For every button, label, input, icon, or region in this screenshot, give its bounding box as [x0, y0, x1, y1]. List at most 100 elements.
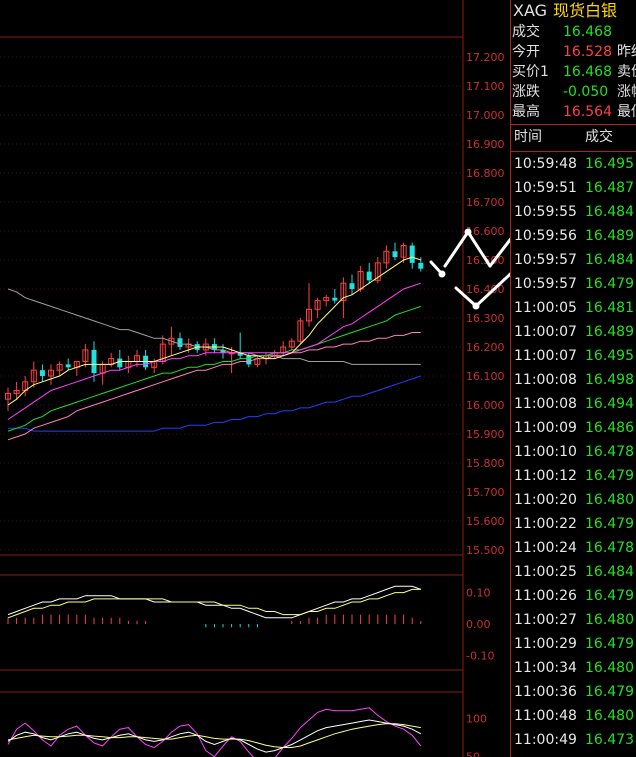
price-axis-label: 15.900	[466, 428, 505, 441]
tick-price: 16.489	[585, 228, 634, 244]
quote-row: 买价1 16.468 卖价	[511, 62, 636, 82]
tick-time: 11:00:36	[514, 684, 577, 700]
macd-axis-label: 0.00	[466, 618, 491, 631]
tick-row[interactable]: 11:00:29 16.479	[511, 632, 636, 656]
candle-body-down	[39, 370, 45, 376]
tick-row[interactable]: 11:00:50 16.468	[511, 752, 636, 757]
price-axis-label: 16.000	[466, 399, 505, 412]
tick-list[interactable]: 10:59:48 16.495 10:59:51 16.487 10:59:55 16.4…	[511, 152, 636, 757]
tick-row[interactable]: 10:59:56 16.489	[511, 224, 636, 248]
tick-time: 11:00:10	[514, 444, 577, 460]
quote-value: 16.528	[563, 44, 612, 60]
tick-row[interactable]: 10:59:57 16.484	[511, 248, 636, 272]
tick-row[interactable]: 11:00:12 16.479	[511, 464, 636, 488]
ticks-header-time: 时间	[514, 129, 542, 145]
candle-body-down	[91, 349, 97, 374]
price-axis-label: 15.700	[466, 486, 505, 499]
candle-body-down	[332, 297, 338, 301]
quote-value: 16.468	[563, 24, 612, 40]
tick-row[interactable]: 11:00:08 16.494	[511, 392, 636, 416]
tick-row[interactable]: 11:00:10 16.478	[511, 440, 636, 464]
tick-row[interactable]: 11:00:48 16.480	[511, 704, 636, 728]
tick-row[interactable]: 11:00:07 16.495	[511, 344, 636, 368]
tick-row[interactable]: 11:00:36 16.479	[511, 680, 636, 704]
tick-row[interactable]: 10:59:57 16.479	[511, 272, 636, 296]
tick-row[interactable]: 11:00:26 16.479	[511, 584, 636, 608]
candle-body-down	[418, 262, 424, 269]
tick-time: 10:59:55	[514, 204, 577, 220]
quote-label-secondary: 卖价	[617, 64, 636, 80]
quote-row: 涨跌 -0.050 涨幅	[511, 82, 636, 102]
tick-row[interactable]: 10:59:51 16.487	[511, 176, 636, 200]
tick-row[interactable]: 11:00:25 16.484	[511, 560, 636, 584]
tick-price: 16.479	[585, 468, 634, 484]
tick-price: 16.479	[585, 636, 634, 652]
tick-price: 16.479	[585, 516, 634, 532]
quote-rows: 成交 16.468 今开 16.528 昨结买价1 16.468 卖价涨跌 -0.050 涨幅最…	[511, 22, 636, 122]
tick-price: 16.480	[585, 612, 634, 628]
quote-label-secondary: 最低	[617, 104, 636, 120]
tick-time: 11:00:29	[514, 636, 577, 652]
tick-price: 16.480	[585, 492, 634, 508]
tick-price: 16.494	[585, 396, 634, 412]
ma20-line	[7, 305, 421, 432]
tick-row[interactable]: 11:00:22 16.479	[511, 512, 636, 536]
tick-row[interactable]: 11:00:08 16.498	[511, 368, 636, 392]
tick-price: 16.478	[585, 540, 634, 556]
macd-axis-label: 0.10	[466, 587, 491, 600]
kdj-axis-label: 50	[466, 751, 480, 757]
price-axis-label: 15.600	[466, 515, 505, 528]
price-axis-label: 16.300	[466, 312, 505, 325]
tick-row[interactable]: 11:00:05 16.481	[511, 296, 636, 320]
kline-chart-svg[interactable]: 17.20017.10017.00016.90016.80016.70016.6…	[0, 0, 510, 757]
tick-row[interactable]: 11:00:24 16.478	[511, 536, 636, 560]
price-axis-label: 17.000	[466, 109, 505, 122]
quote-row: 最高 16.564 最低	[511, 102, 636, 122]
quote-label-secondary: 昨结	[617, 44, 636, 60]
tick-time: 11:00:09	[514, 420, 577, 436]
annotation-stroke	[443, 230, 470, 268]
quote-label: 买价1	[512, 64, 549, 80]
tick-time: 11:00:07	[514, 348, 577, 364]
tick-price: 16.480	[585, 708, 634, 724]
tick-row[interactable]: 11:00:09 16.486	[511, 416, 636, 440]
tick-row[interactable]: 11:00:20 16.480	[511, 488, 636, 512]
tick-price: 16.484	[585, 564, 634, 580]
macd-axis-label: -0.10	[466, 650, 494, 663]
tick-time: 11:00:20	[514, 492, 577, 508]
quote-row: 今开 16.528 昨结	[511, 42, 636, 62]
price-axis-label: 15.500	[466, 544, 505, 557]
tick-price: 16.486	[585, 420, 634, 436]
quote-value: -0.050	[563, 84, 609, 100]
candle-body-down	[65, 364, 71, 368]
tick-price: 16.468	[585, 752, 634, 757]
candle-body-down	[349, 283, 355, 289]
tick-row[interactable]: 11:00:07 16.489	[511, 320, 636, 344]
tick-price: 16.489	[585, 324, 634, 340]
candle-body-down	[366, 271, 372, 281]
tick-time: 11:00:34	[514, 660, 577, 676]
tick-row[interactable]: 10:59:48 16.495	[511, 152, 636, 176]
tick-time: 10:59:56	[514, 228, 577, 244]
tick-row[interactable]: 11:00:49 16.473	[511, 728, 636, 752]
tick-row[interactable]: 10:59:55 16.484	[511, 200, 636, 224]
candle-body-down	[246, 355, 252, 365]
tick-price: 16.495	[585, 348, 634, 364]
quote-label: 最高	[512, 104, 540, 120]
candle-body-down	[117, 358, 123, 368]
kline-chart-area[interactable]: 17.200 17.100 17.000 16.900 16.800 16.700 16.6…	[0, 0, 510, 757]
quote-panel: XAG 现货白银 成交 16.468 今开 16.528 昨结买价1 16.468 卖价涨跌 -…	[510, 0, 636, 757]
quote-value: 16.468	[563, 64, 612, 80]
price-axis-label: 16.100	[466, 370, 505, 383]
quote-label: 涨跌	[512, 84, 540, 100]
tick-price: 16.480	[585, 660, 634, 676]
tick-price: 16.479	[585, 588, 634, 604]
tick-time: 11:00:26	[514, 588, 577, 604]
macd-dea-line	[7, 588, 421, 619]
tick-row[interactable]: 11:00:27 16.480	[511, 608, 636, 632]
tick-time: 10:59:57	[514, 276, 577, 292]
tick-time: 11:00:08	[514, 372, 577, 388]
tick-row[interactable]: 11:00:34 16.480	[511, 656, 636, 680]
tick-time: 10:59:48	[514, 156, 577, 172]
candle-body-down	[409, 245, 415, 263]
